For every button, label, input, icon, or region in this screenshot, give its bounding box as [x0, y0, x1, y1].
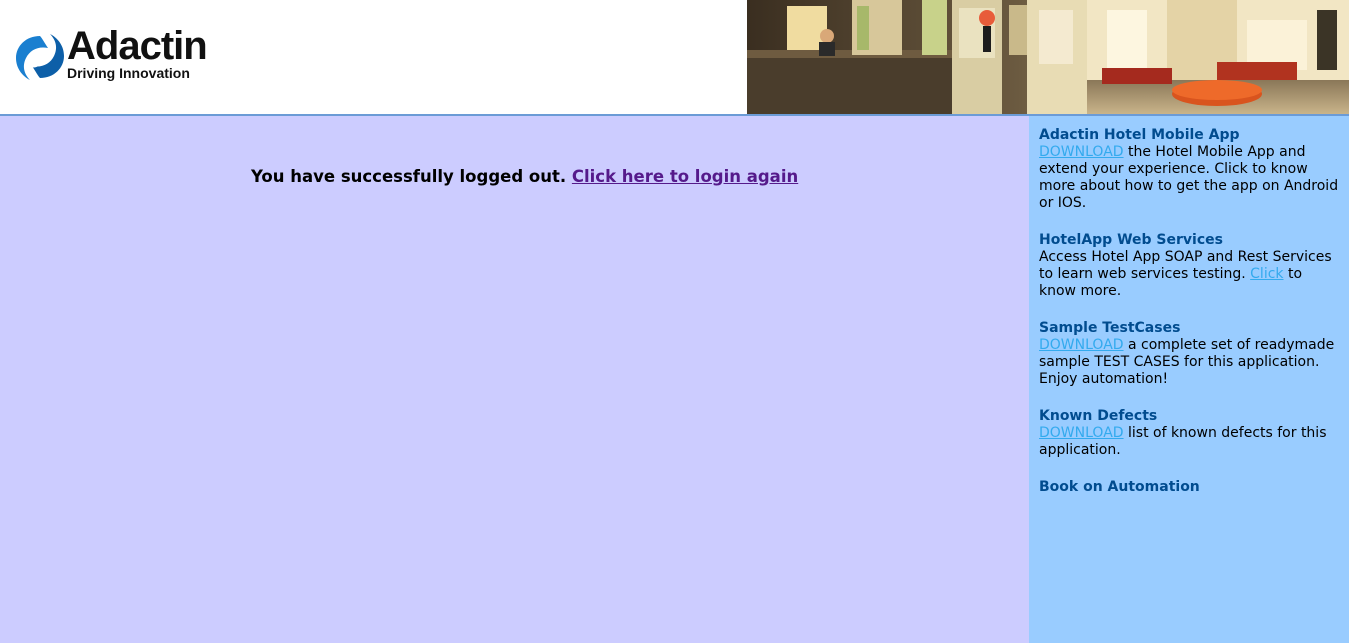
- mobile-app-title: Adactin Hotel Mobile App: [1039, 127, 1240, 143]
- scrollbar-track[interactable]: [1349, 0, 1366, 643]
- test-cases-download-link[interactable]: DOWNLOAD: [1039, 337, 1124, 353]
- adactin-logo[interactable]: Adactin Driving Innovation: [14, 24, 234, 88]
- mobile-app-download-link[interactable]: DOWNLOAD: [1039, 144, 1124, 160]
- test-cases-section: Sample TestCases DOWNLOAD a complete set…: [1039, 320, 1341, 388]
- logo-tagline: Driving Innovation: [67, 65, 190, 81]
- web-services-click-link[interactable]: Click: [1250, 266, 1283, 282]
- logo-name: Adactin: [67, 24, 208, 68]
- web-services-title: HotelApp Web Services: [1039, 232, 1223, 248]
- hotel-lobby-banner: [747, 0, 1349, 114]
- logout-message: You have successfully logged out. Click …: [251, 167, 798, 186]
- book-on-automation-title[interactable]: Book on Automation: [1039, 479, 1341, 496]
- web-services-section: HotelApp Web Services Access Hotel App S…: [1039, 232, 1341, 300]
- test-cases-title: Sample TestCases: [1039, 320, 1181, 336]
- login-again-link[interactable]: Click here to login again: [572, 167, 798, 186]
- hotel-lobby-photo-icon: [747, 0, 1349, 114]
- logo-swirl-icon: [16, 34, 64, 80]
- known-defects-download-link[interactable]: DOWNLOAD: [1039, 425, 1124, 441]
- known-defects-title: Known Defects: [1039, 408, 1158, 424]
- header: Adactin Driving Innovation: [0, 0, 1366, 114]
- main-content: You have successfully logged out. Click …: [0, 116, 1029, 643]
- book-section: Book on Automation: [1039, 479, 1341, 496]
- known-defects-section: Known Defects DOWNLOAD list of known def…: [1039, 408, 1341, 459]
- logout-text: You have successfully logged out.: [251, 167, 567, 186]
- sidebar: Adactin Hotel Mobile App DOWNLOAD the Ho…: [1029, 116, 1349, 643]
- mobile-app-section: Adactin Hotel Mobile App DOWNLOAD the Ho…: [1039, 127, 1341, 212]
